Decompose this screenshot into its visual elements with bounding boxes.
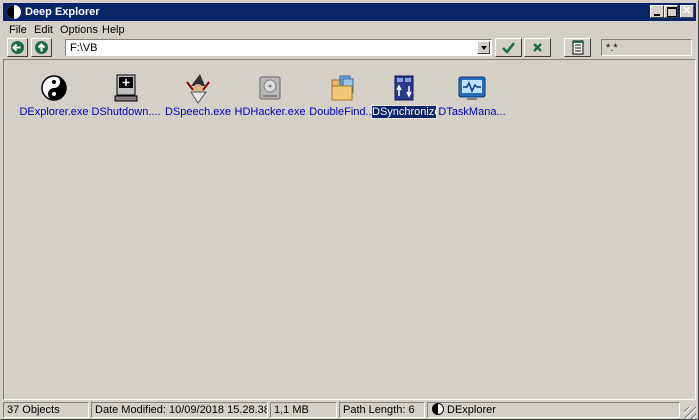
file-item[interactable]: HDHacker.exe	[234, 60, 306, 130]
menu-options[interactable]: Options	[60, 23, 98, 37]
minimize-button[interactable]	[650, 5, 664, 18]
up-arrow-icon	[35, 41, 48, 54]
date-modified: Date Modified: 10/09/2018 15.28.38	[91, 402, 268, 418]
path-input[interactable]: F:\VB	[65, 39, 492, 56]
task-monitor-icon	[458, 76, 486, 100]
accept-button[interactable]	[495, 38, 522, 57]
x-icon	[533, 43, 542, 52]
path-length: Path Length: 6	[339, 402, 425, 418]
file-label: DExplorer.exe	[19, 106, 89, 118]
filter-text: *.*	[606, 42, 618, 54]
file-item-selected[interactable]: DSynchronize.exe	[368, 60, 440, 130]
file-item[interactable]: DShutdown....	[90, 60, 162, 130]
object-count: 37 Objects	[3, 402, 89, 418]
menu-edit[interactable]: Edit	[34, 23, 53, 37]
file-label: DSynchronize.exe	[371, 105, 437, 119]
back-arrow-icon	[11, 41, 24, 54]
toolbar: F:\VB *.*	[3, 38, 696, 58]
sync-icon	[394, 75, 414, 101]
yin-yang-icon	[41, 75, 67, 101]
back-button[interactable]	[7, 38, 28, 57]
title-bar[interactable]: Deep Explorer ✕	[3, 3, 696, 21]
file-label: DShutdown....	[91, 106, 161, 118]
chevron-down-icon[interactable]	[477, 41, 490, 54]
menu-bar: File Edit Options Help	[3, 22, 696, 38]
yin-yang-icon	[432, 403, 444, 415]
file-size: 1,1 MB	[270, 402, 337, 418]
folder-icon	[331, 75, 354, 101]
wizard-icon	[186, 74, 210, 104]
file-item[interactable]: DSpeech.exe	[162, 60, 234, 130]
check-icon	[502, 42, 515, 54]
app-panel: DExplorer	[427, 402, 680, 418]
file-item[interactable]: DTaskMana...	[436, 60, 508, 130]
up-button[interactable]	[31, 38, 52, 57]
hard-drive-icon	[259, 76, 281, 100]
filter-button[interactable]	[564, 38, 591, 57]
maximize-button[interactable]	[664, 5, 678, 18]
close-button[interactable]: ✕	[680, 5, 694, 18]
path-text: F:\VB	[70, 42, 98, 54]
file-item[interactable]: DExplorer.exe	[18, 60, 90, 130]
resize-grip[interactable]	[684, 407, 696, 419]
app-window: Deep Explorer ✕ File Edit Options Help F…	[0, 0, 699, 420]
file-view[interactable]: DExplorer.exe DShutdown.... DSpeech.exe	[3, 59, 696, 400]
file-label: DSpeech.exe	[164, 106, 232, 118]
notepad-icon	[572, 40, 584, 55]
status-bar: 37 Objects Date Modified: 10/09/2018 15.…	[3, 401, 696, 419]
app-name: DExplorer	[447, 404, 496, 416]
cancel-button[interactable]	[524, 38, 551, 57]
computer-icon	[114, 74, 138, 102]
window-title: Deep Explorer	[25, 6, 100, 18]
menu-file[interactable]: File	[9, 23, 27, 37]
file-filter-input[interactable]: *.*	[601, 39, 692, 56]
yin-yang-icon	[7, 5, 21, 19]
file-label: DTaskMana...	[438, 106, 506, 118]
file-label: HDHacker.exe	[234, 106, 306, 118]
menu-help[interactable]: Help	[102, 23, 125, 37]
